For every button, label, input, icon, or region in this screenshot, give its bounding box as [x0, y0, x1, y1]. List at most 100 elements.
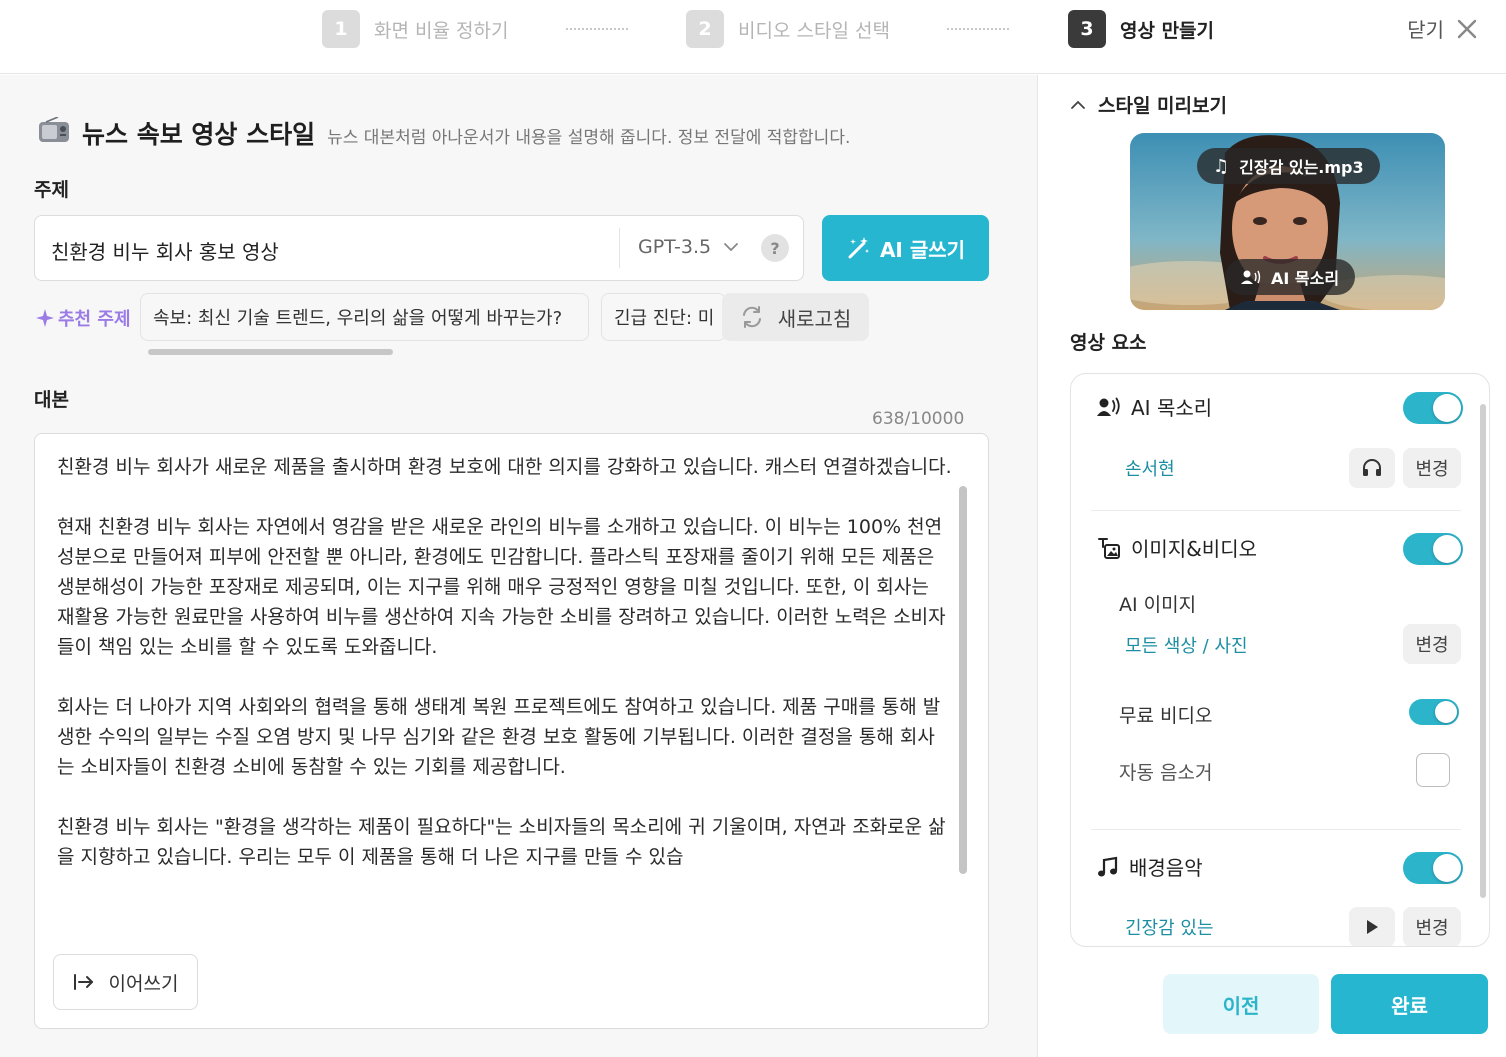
topic-separator [619, 228, 620, 268]
step-divider [947, 28, 1009, 30]
media-title: 이미지&비디오 [1131, 537, 1257, 561]
step-2-label: 비디오 스타일 선택 [738, 19, 890, 42]
step-3-label: 영상 만들기 [1120, 19, 1215, 42]
char-counter: 638/10000 [872, 409, 965, 429]
media-row: 이미지&비디오 [1097, 533, 1257, 562]
auto-mute-label: 자동 음소거 [1119, 762, 1213, 784]
voice-icon [1097, 397, 1120, 416]
preview-toggle[interactable]: 스타일 미리보기 [1070, 91, 1227, 118]
step-1[interactable]: 1 화면 비율 정하기 [322, 10, 508, 48]
free-video-toggle[interactable] [1409, 699, 1459, 725]
elements-label: 영상 요소 [1070, 332, 1147, 354]
continue-writing-button[interactable]: 이어쓰기 [53, 954, 198, 1010]
close-button[interactable]: 닫기 [1407, 14, 1478, 43]
music-play-button[interactable] [1349, 907, 1395, 946]
continue-writing-label: 이어쓰기 [108, 972, 179, 995]
arrow-right-bar-icon [73, 974, 93, 990]
editor-panel: 뉴스 속보 영상 스타일 뉴스 대본처럼 아나운서가 내용을 설명해 줍니다. … [0, 75, 1037, 1057]
style-header: 뉴스 속보 영상 스타일 뉴스 대본처럼 아나운서가 내용을 설명해 줍니다. … [38, 115, 850, 151]
ai-write-button[interactable]: AI 글쓰기 [822, 215, 989, 281]
toggle-knob [1433, 854, 1461, 882]
voice-icon [1241, 270, 1261, 284]
refresh-label: 새로고침 [777, 306, 852, 331]
free-video-label: 무료 비디오 [1119, 705, 1213, 727]
script-paragraph: 회사는 더 나아가 지역 사회와의 협력을 통해 생태계 복원 프로젝트에도 참… [57, 696, 941, 778]
refresh-icon [742, 306, 761, 328]
voice-pill: AI 목소리 [1225, 259, 1356, 295]
step-2[interactable]: 2 비디오 스타일 선택 [686, 10, 890, 48]
recommend-label: 추천 주제 [58, 309, 131, 330]
model-select[interactable]: GPT-3.5 [638, 236, 739, 258]
radio-icon [39, 117, 69, 142]
script-paragraph: 현재 친환경 비누 회사는 자연에서 영감을 받은 새로운 라인의 비누를 소개… [57, 516, 946, 658]
step-1-label: 화면 비율 정하기 [374, 19, 509, 42]
settings-panel: 스타일 미리보기 ♫ 긴장감 있는.mp3 AI 목소리 영상 요소 AI 목소… [1037, 75, 1506, 1057]
step-2-number: 2 [686, 10, 724, 48]
toggle-knob [1435, 701, 1457, 723]
step-divider [566, 28, 628, 30]
preview-title: 스타일 미리보기 [1098, 95, 1227, 117]
chevron-down-icon [724, 243, 739, 252]
refresh-button[interactable]: 새로고침 [722, 293, 869, 341]
toggle-knob [1433, 394, 1461, 422]
recommend-chip[interactable]: 속보: 최신 기술 트렌드, 우리의 삶을 어떻게 바꾸는가? [140, 293, 589, 341]
music-change-button[interactable]: 변경 [1403, 907, 1461, 946]
ai-write-label: AI 글쓰기 [879, 237, 966, 262]
image-change-button[interactable]: 변경 [1403, 624, 1461, 664]
prev-button[interactable]: 이전 [1163, 974, 1319, 1034]
ai-image-value-link[interactable]: 모든 색상 / 사진 [1125, 632, 1248, 658]
model-value: GPT-3.5 [638, 236, 712, 258]
music-note-icon: ♫ [1213, 155, 1230, 177]
ai-image-label: AI 이미지 [1119, 594, 1197, 616]
voice-change-button[interactable]: 변경 [1403, 448, 1461, 488]
toggle-knob [1433, 535, 1461, 563]
done-button[interactable]: 완료 [1331, 974, 1488, 1034]
style-description: 뉴스 대본처럼 아나운서가 내용을 설명해 줍니다. 정보 전달에 적합합니다. [327, 128, 851, 148]
recommend-row: 추천 주제 속보: 최신 기술 트렌드, 우리의 삶을 어떻게 바꾸는가? 긴급… [36, 293, 876, 341]
play-icon [1367, 920, 1378, 934]
listen-button[interactable] [1349, 448, 1395, 488]
music-pill: ♫ 긴장감 있는.mp3 [1197, 148, 1380, 184]
music-pill-label: 긴장감 있는.mp3 [1239, 158, 1364, 177]
recommend-label-wrap: 추천 주제 [36, 305, 131, 331]
script-paragraph: 친환경 비누 회사는 "환경을 생각하는 제품이 필요하다"는 소비자들의 목소… [57, 816, 946, 868]
music-title: 배경음악 [1129, 856, 1203, 880]
step-3[interactable]: 3 영상 만들기 [1068, 10, 1214, 48]
auto-mute-checkbox[interactable] [1416, 753, 1450, 787]
elements-card: AI 목소리 손서현 변경 이미지&비디오 AI 이미지 모든 색상 / 사진 [1070, 373, 1490, 947]
script-editor[interactable]: 친환경 비누 회사가 새로운 제품을 출시하며 환경 보호에 대한 의지를 강화… [34, 433, 989, 1029]
music-value-link[interactable]: 긴장감 있는 [1125, 914, 1214, 940]
section-divider [1091, 510, 1461, 511]
music-toggle[interactable] [1403, 852, 1463, 884]
voice-toggle[interactable] [1403, 392, 1463, 424]
script-paragraph: 친환경 비누 회사가 새로운 제품을 출시하며 환경 보호에 대한 의지를 강화… [57, 456, 952, 478]
topic-label: 주제 [34, 179, 69, 201]
image-text-icon [1098, 537, 1120, 559]
topic-field[interactable]: 친환경 비누 회사 홍보 영상 GPT-3.5 ? [34, 215, 804, 281]
script-label: 대본 [34, 389, 69, 411]
style-preview: ♫ 긴장감 있는.mp3 AI 목소리 [1130, 133, 1445, 310]
elements-scrollbar[interactable] [1480, 404, 1486, 898]
magic-wand-icon [848, 237, 869, 259]
section-divider [1091, 829, 1461, 830]
recommend-chip[interactable]: 긴급 진단: 미 [601, 293, 726, 341]
close-icon [1457, 19, 1477, 38]
recommend-scrollbar[interactable] [148, 349, 393, 355]
voice-value-link[interactable]: 손서현 [1125, 455, 1175, 481]
music-row: 배경음악 [1097, 852, 1203, 881]
step-3-number: 3 [1068, 10, 1106, 48]
chevron-up-icon [1071, 100, 1085, 109]
headphones-icon [1363, 459, 1381, 476]
style-title: 뉴스 속보 영상 스타일 [82, 120, 316, 149]
media-toggle[interactable] [1403, 533, 1463, 565]
help-icon[interactable]: ? [761, 234, 789, 262]
voice-title: AI 목소리 [1131, 396, 1213, 420]
voice-row: AI 목소리 [1097, 392, 1212, 421]
script-textarea[interactable]: 친환경 비누 회사가 새로운 제품을 출시하며 환경 보호에 대한 의지를 강화… [57, 452, 952, 934]
topic-input[interactable]: 친환경 비누 회사 홍보 영상 [51, 236, 279, 265]
sparkle-icon [36, 309, 54, 327]
script-scrollbar[interactable] [959, 486, 967, 874]
stepper-bar: 1 화면 비율 정하기 2 비디오 스타일 선택 3 영상 만들기 닫기 [0, 0, 1506, 74]
voice-pill-label: AI 목소리 [1271, 269, 1340, 288]
step-1-number: 1 [322, 10, 360, 48]
